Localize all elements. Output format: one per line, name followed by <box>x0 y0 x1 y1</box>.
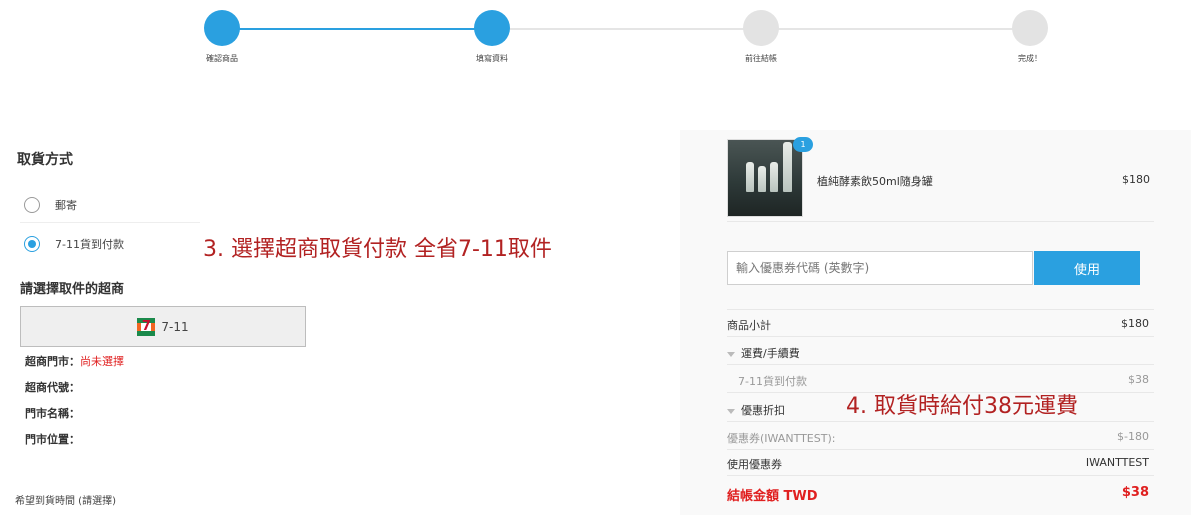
store-button-label: 7-11 <box>161 319 189 334</box>
store-branch-line: 超商門市：尚未選擇 <box>25 353 124 369</box>
divider <box>20 222 200 223</box>
store-select-title: 請選擇取件的超商 <box>20 282 125 297</box>
coupon-discount-label: 優惠券(IWANTTEST): <box>727 432 836 445</box>
step-confirm-items: 確認商品 <box>182 10 262 64</box>
step-label: 完成！ <box>1018 54 1042 63</box>
radio-checked-icon[interactable] <box>24 236 40 252</box>
coupon-code-input[interactable] <box>727 251 1033 285</box>
divider <box>727 309 1154 310</box>
coupon-used-row: 使用優惠券 IWANTTEST <box>727 456 1149 474</box>
product-price: $180 <box>1122 173 1150 186</box>
radio-unchecked-icon[interactable] <box>24 197 40 213</box>
store-address-key: 門市位置： <box>25 433 80 446</box>
annotation-step-3: 3. 選擇超商取貨付款 全省7-11取件 <box>203 237 552 262</box>
arrival-time-label: 希望到貨時間 (請選擇) <box>15 496 116 507</box>
checkout-progress: 確認商品 填寫資料 前往結帳 完成！ <box>0 0 1191 80</box>
subtotal-row: 商品小計 $180 <box>727 317 1149 335</box>
apply-coupon-button[interactable]: 使用 <box>1034 251 1140 285</box>
subtotal-value: $180 <box>1121 317 1149 330</box>
delivery-option-mail[interactable]: 郵寄 <box>24 193 77 217</box>
store-code-key: 超商代號： <box>25 381 80 394</box>
store-code-line: 超商代號： <box>25 379 80 395</box>
divider <box>727 221 1154 222</box>
step-label: 前往結帳 <box>745 54 777 63</box>
step-dot <box>743 10 779 46</box>
coupon-used-label: 使用優惠券 <box>727 458 782 471</box>
coupon-used-value: IWANTTEST <box>1085 456 1149 469</box>
step-fill-info: 填寫資料 <box>452 10 532 64</box>
quantity-badge: 1 <box>793 137 813 152</box>
step-label: 確認商品 <box>206 54 238 63</box>
delivery-method-title: 取貨方式 <box>17 152 73 168</box>
store-address-line: 門市位置： <box>25 431 80 447</box>
product-name: 植純酵素飲50ml隨身罐 <box>817 175 933 188</box>
step-dot <box>1012 10 1048 46</box>
delivery-option-label: 郵寄 <box>55 199 77 212</box>
delivery-panel: 取貨方式 郵寄 7-11貨到付款 3. 選擇超商取貨付款 全省7-11取件 請選… <box>0 130 680 515</box>
divider <box>727 421 1154 422</box>
shipping-method-label: 7-11貨到付款 <box>738 375 807 388</box>
divider <box>727 364 1154 365</box>
delivery-option-label: 7-11貨到付款 <box>55 238 124 251</box>
step-dot <box>474 10 510 46</box>
divider <box>727 336 1154 337</box>
total-value: $38 <box>1121 485 1149 500</box>
coupon-discount-value: $-180 <box>1117 430 1149 443</box>
divider <box>727 475 1154 476</box>
chevron-down-icon[interactable] <box>727 351 735 357</box>
store-branch-value: 尚未選擇 <box>80 355 124 368</box>
seven-eleven-logo-icon: 7 <box>137 317 156 336</box>
total-label: 結帳金額 TWD <box>727 489 818 504</box>
store-name-key: 門市名稱： <box>25 407 80 420</box>
product-image <box>727 139 803 217</box>
subtotal-label: 商品小計 <box>727 319 771 332</box>
divider <box>727 449 1154 450</box>
step-checkout: 前往結帳 <box>721 10 801 64</box>
store-name-line: 門市名稱： <box>25 405 80 421</box>
annotation-step-4: 4. 取貨時給付38元運費 <box>846 394 1078 419</box>
coupon-discount-row: 優惠券(IWANTTEST): $-180 <box>727 430 1149 448</box>
shipping-fee-row[interactable]: 運費/手續費 <box>727 345 1149 363</box>
order-summary-panel: 1 植純酵素飲50ml隨身罐 $180 使用 商品小計 $180 運費/手續費 … <box>680 130 1191 515</box>
shipping-method-value: $38 <box>1128 373 1149 386</box>
step-label: 填寫資料 <box>476 54 508 63</box>
shipping-fee-label: 運費/手續費 <box>741 347 800 360</box>
store-branch-key: 超商門市： <box>25 355 80 368</box>
total-row: 結帳金額 TWD $38 <box>727 485 1149 505</box>
step-complete: 完成！ <box>990 10 1070 64</box>
delivery-option-711-cod[interactable]: 7-11貨到付款 <box>24 232 124 256</box>
discount-label: 優惠折扣 <box>741 404 785 417</box>
step-dot <box>204 10 240 46</box>
chevron-down-icon[interactable] <box>727 408 735 414</box>
select-711-store-button[interactable]: 7 7-11 <box>20 306 306 347</box>
